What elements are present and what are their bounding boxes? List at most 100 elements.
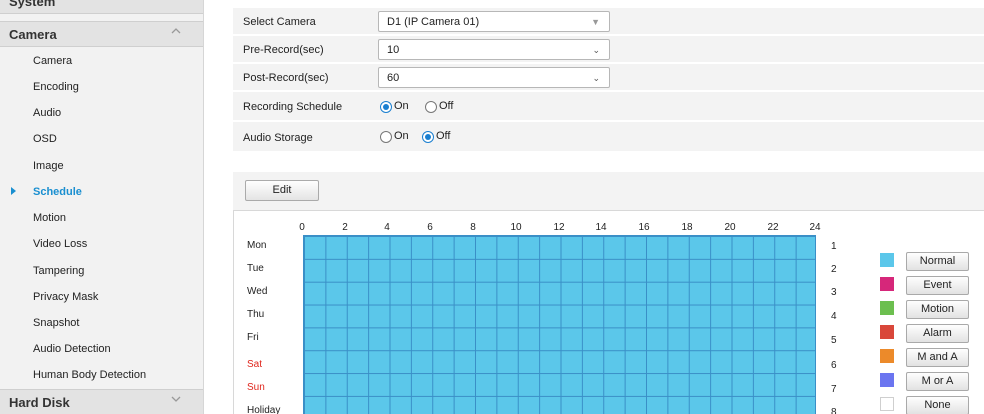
sidebar-item-label: Image <box>33 160 64 172</box>
sidebar-item-label: Encoding <box>33 81 79 93</box>
select-camera-value: D1 (IP Camera 01) <box>387 16 480 28</box>
sidebar-item-label: Motion <box>33 212 67 224</box>
sidebar-item-tampering[interactable]: Tampering <box>0 258 203 284</box>
radio-label: Off <box>436 130 451 142</box>
radio-label: On <box>394 130 409 142</box>
radio-checked-icon <box>380 101 392 113</box>
sidebar-item-image[interactable]: Image <box>0 153 203 179</box>
day-label-wed: Wed <box>247 286 268 297</box>
row-number: 8 <box>831 407 837 414</box>
edit-button[interactable]: Edit <box>245 180 319 201</box>
legend-swatch-normal <box>880 253 894 267</box>
sidebar-item-encoding[interactable]: Encoding <box>0 74 203 100</box>
chevron-down-icon <box>171 396 181 402</box>
sidebar-item-snapshot[interactable]: Snapshot <box>0 310 203 336</box>
schedule-grid[interactable] <box>303 235 816 414</box>
pre-record-value: 10 <box>387 44 400 56</box>
hour-tick-label: 6 <box>427 222 433 233</box>
hour-tick-label: 14 <box>595 222 607 233</box>
radio-unchecked-icon <box>380 131 392 143</box>
sidebar-item-label: Audio <box>33 107 62 119</box>
sidebar-item-camera[interactable]: Camera <box>0 48 203 74</box>
legend-swatch-event <box>880 277 894 291</box>
sidebar-item-label: Snapshot <box>33 317 80 329</box>
post-record-dropdown[interactable]: 60 ⌄ <box>378 67 610 88</box>
sidebar-item-audio[interactable]: Audio <box>0 100 203 126</box>
legend-swatch-motion <box>880 301 894 315</box>
legend-alarm-button[interactable]: Alarm <box>906 324 969 343</box>
hour-tick-label: 24 <box>809 222 821 233</box>
radio-label: Off <box>439 100 454 112</box>
day-label-thu: Thu <box>247 309 265 320</box>
sidebar-item-video-loss[interactable]: Video Loss <box>0 231 203 257</box>
chevron-down-icon: ⌄ <box>592 73 600 83</box>
legend-swatch-m-and-a <box>880 349 894 363</box>
radio-checked-icon <box>422 131 434 143</box>
sidebar-item-label: Camera <box>33 55 73 67</box>
sidebar-section-hard-disk[interactable]: Hard Disk <box>0 389 203 414</box>
sidebar-item-audio-detection[interactable]: Audio Detection <box>0 336 203 362</box>
legend-none-button[interactable]: None <box>906 396 969 414</box>
active-item-marker-icon <box>11 187 16 195</box>
sidebar-section-label: Camera <box>9 27 57 42</box>
schedule-toolbar: Edit <box>233 172 984 210</box>
pre-record-label: Pre-Record(sec) <box>243 44 324 56</box>
sidebar-item-schedule[interactable]: Schedule <box>0 179 203 205</box>
hour-tick-label: 20 <box>724 222 736 233</box>
hour-tick-label: 8 <box>470 222 476 233</box>
sidebar-item-label: Schedule <box>33 186 82 198</box>
sidebar-section-camera[interactable]: Camera <box>0 21 203 47</box>
row-number: 2 <box>831 264 837 275</box>
legend-m-or-a-button[interactable]: M or A <box>906 372 969 391</box>
chevron-down-icon: ⌄ <box>592 45 600 55</box>
day-label-sun: Sun <box>247 382 265 393</box>
audio-storage-row: Audio Storage On Off <box>233 122 984 152</box>
sidebar-item-privacy-mask[interactable]: Privacy Mask <box>0 284 203 310</box>
hour-tick-label: 10 <box>510 222 522 233</box>
sidebar-item-label: Tampering <box>33 265 85 277</box>
hour-tick-label: 18 <box>681 222 693 233</box>
legend-event-button[interactable]: Event <box>906 276 969 295</box>
sidebar-item-motion[interactable]: Motion <box>0 205 203 231</box>
sidebar-item-human-body-detection[interactable]: Human Body Detection <box>0 362 203 388</box>
legend-swatch-alarm <box>880 325 894 339</box>
legend-motion-button[interactable]: Motion <box>906 300 969 319</box>
chevron-up-icon <box>171 28 181 34</box>
row-number: 3 <box>831 287 837 298</box>
post-record-row: Post-Record(sec) 60 ⌄ <box>233 64 984 91</box>
audio-storage-label: Audio Storage <box>243 132 313 144</box>
select-camera-row: Select Camera D1 (IP Camera 01) ▼ <box>233 8 984 35</box>
sidebar-section-system[interactable]: System <box>0 0 203 14</box>
radio-unchecked-icon <box>425 101 437 113</box>
row-number: 7 <box>831 384 837 395</box>
sidebar-section-label: Hard Disk <box>9 395 70 410</box>
sidebar: System Camera Camera Encoding Audio OSD … <box>0 0 204 414</box>
recording-schedule-row: Recording Schedule On Off <box>233 92 984 121</box>
pre-record-dropdown[interactable]: 10 ⌄ <box>378 39 610 60</box>
sidebar-item-label: Privacy Mask <box>33 291 99 303</box>
radio-label: On <box>394 100 409 112</box>
sidebar-item-osd[interactable]: OSD <box>0 126 203 152</box>
select-camera-dropdown[interactable]: D1 (IP Camera 01) ▼ <box>378 11 610 32</box>
pre-record-row: Pre-Record(sec) 10 ⌄ <box>233 36 984 63</box>
legend-swatch-none <box>880 397 894 411</box>
post-record-value: 60 <box>387 72 400 84</box>
hour-tick-label: 22 <box>767 222 779 233</box>
row-number: 6 <box>831 360 837 371</box>
day-label-tue: Tue <box>247 263 264 274</box>
day-label-fri: Fri <box>247 332 259 343</box>
row-number: 5 <box>831 335 837 346</box>
hour-tick-label: 0 <box>299 222 305 233</box>
legend-swatch-m-or-a <box>880 373 894 387</box>
sidebar-item-label: Video Loss <box>33 238 88 250</box>
post-record-label: Post-Record(sec) <box>243 72 329 84</box>
sidebar-item-label: Human Body Detection <box>33 369 147 381</box>
sidebar-section-label: System <box>9 0 56 9</box>
select-camera-label: Select Camera <box>243 16 316 28</box>
legend-m-and-a-button[interactable]: M and A <box>906 348 969 367</box>
day-label-sat: Sat <box>247 359 263 370</box>
sidebar-item-label: OSD <box>33 133 57 145</box>
hour-tick-label: 2 <box>342 222 348 233</box>
legend-normal-button[interactable]: Normal <box>906 252 969 271</box>
recording-schedule-label: Recording Schedule <box>243 101 343 113</box>
